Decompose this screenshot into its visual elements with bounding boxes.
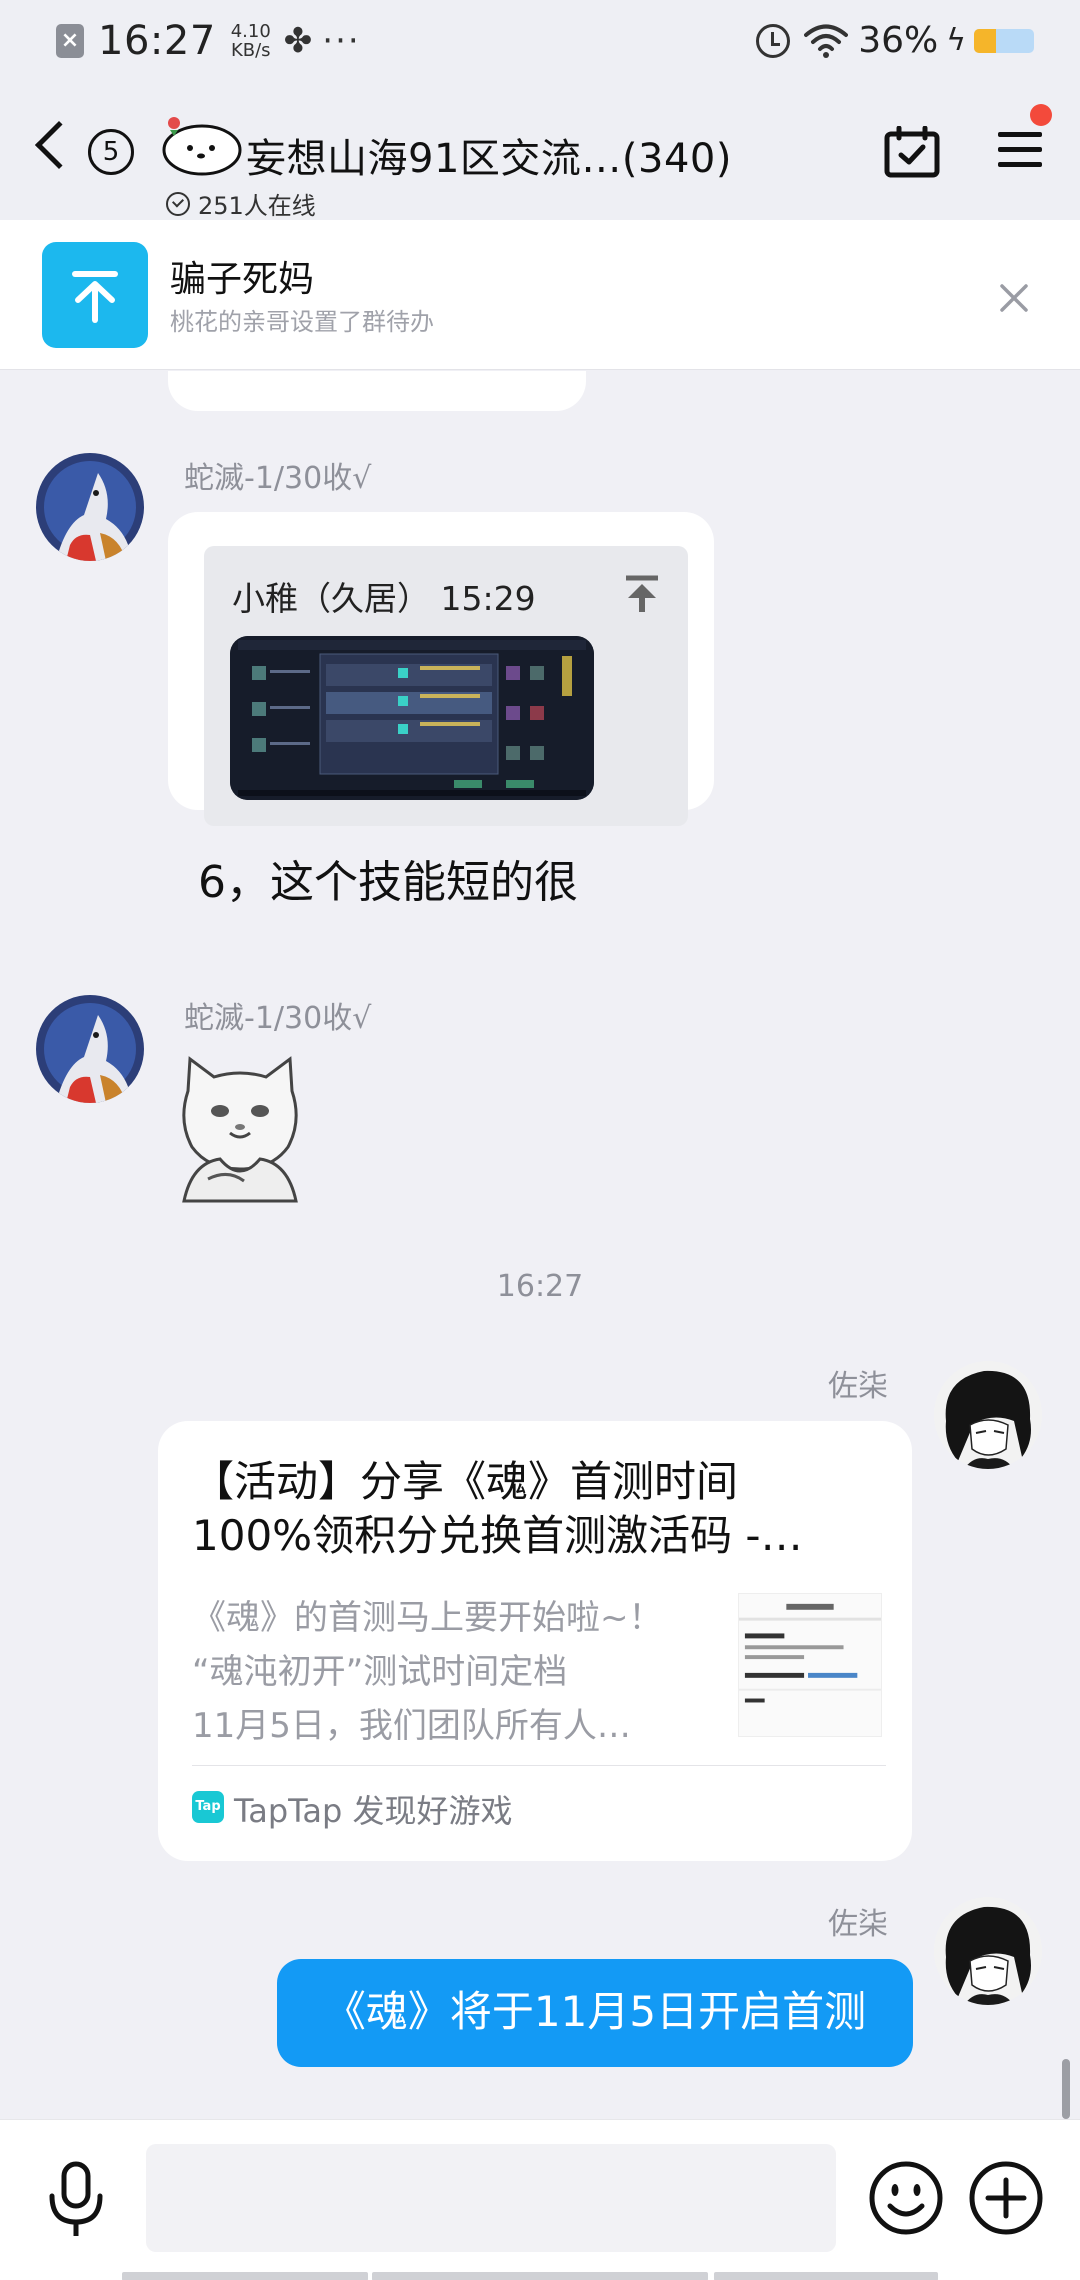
more-dots-icon: ···	[322, 21, 361, 61]
wifi-icon	[804, 24, 849, 58]
chat-messages[interactable]: 蛇滅-1/30收√ 小稚（久居） 15:29 6，这个技能短的很 蛇滅-1/30…	[0, 371, 1080, 2119]
unread-count-badge[interactable]: 5	[88, 129, 134, 175]
sender-name[interactable]: 蛇滅-1/30收√	[184, 993, 371, 1037]
avatar[interactable]	[934, 1361, 1042, 1469]
panel-tab-indicator	[372, 2272, 708, 2280]
online-status[interactable]: 251人在线	[166, 186, 316, 221]
scrollbar[interactable]	[1062, 2059, 1070, 2119]
notice-title: 骗子死妈	[170, 259, 315, 300]
link-title: 【活动】分享《魂》首测时间 100%领积分兑换首测激活码 -…	[192, 1455, 892, 1563]
notice-subtitle: 桃花的亲哥设置了群待办	[170, 308, 434, 336]
input-bar	[0, 2119, 1080, 2280]
link-desc-line: “魂沌初开”测试时间定档	[192, 1652, 568, 1692]
taptap-icon: Tap	[192, 1791, 224, 1823]
plus-icon[interactable]	[968, 2160, 1044, 2236]
menu-notification-dot	[1030, 104, 1052, 126]
back-arrow-icon[interactable]	[34, 120, 84, 170]
quote-author: 小稚（久居） 15:29	[232, 579, 536, 618]
menu-icon[interactable]	[996, 126, 1046, 176]
link-title-line: 100%领积分兑换首测激活码 -…	[192, 1511, 803, 1560]
previous-message-bubble[interactable]	[168, 371, 586, 411]
battery-icon	[974, 28, 1034, 53]
link-card[interactable]: 【活动】分享《魂》首测时间 100%领积分兑换首测激活码 -… 《魂》的首测马上…	[158, 1421, 912, 1861]
jump-to-quote-icon[interactable]	[622, 574, 662, 614]
avatar[interactable]	[934, 1897, 1042, 2005]
avatar[interactable]	[36, 995, 144, 1103]
message-input[interactable]	[146, 2144, 836, 2252]
close-notification-icon: ×	[56, 24, 84, 58]
cat-sticker[interactable]	[168, 1051, 312, 1205]
link-card-divider	[192, 1765, 886, 1766]
microphone-icon[interactable]	[44, 2160, 108, 2240]
alarm-icon	[756, 23, 791, 58]
sender-name[interactable]: 蛇滅-1/30收√	[184, 453, 371, 497]
status-left: × 16:27 4.10 KB/s ✤ ···	[56, 18, 361, 64]
network-speed-unit: KB/s	[230, 40, 271, 61]
status-time: 16:27	[98, 18, 216, 64]
link-title-line: 【活动】分享《魂》首测时间	[192, 1457, 739, 1506]
group-title[interactable]: 妄想山海91区交流…(340)	[246, 126, 732, 184]
panel-tab-indicator	[122, 2272, 368, 2280]
status-bar: × 16:27 4.10 KB/s ✤ ··· 36% ϟ	[0, 0, 1080, 86]
link-thumbnail-image	[738, 1593, 882, 1737]
emoji-icon[interactable]	[868, 2160, 944, 2236]
pin-top-icon	[42, 242, 148, 348]
quoted-message[interactable]: 小稚（久居） 15:29	[204, 546, 688, 826]
pinned-notice[interactable]: 骗子死妈 桃花的亲哥设置了群待办	[0, 220, 1080, 370]
calendar-check-icon[interactable]	[884, 126, 940, 178]
link-source: TapTap 发现好游戏	[234, 1792, 513, 1830]
message-bubble[interactable]: 小稚（久居） 15:29 6，这个技能短的很	[168, 512, 714, 908]
message-text[interactable]: 6，这个技能短的很	[198, 846, 578, 910]
charging-icon: ϟ	[946, 23, 966, 58]
link-desc-line: 《魂》的首测马上要开始啦~！	[192, 1598, 663, 1638]
quoted-screenshot-image[interactable]	[230, 636, 594, 800]
message-bubble-self[interactable]: 《魂》将于11月5日开启首测	[277, 1959, 913, 2067]
panel-tab-indicator	[714, 2272, 938, 2280]
online-count: 251人在线	[198, 192, 316, 220]
battery-percent: 36%	[858, 20, 939, 61]
battery-fill	[974, 28, 996, 53]
group-avatar[interactable]	[160, 114, 244, 176]
network-speed: 4.10 KB/s	[228, 22, 274, 60]
time-divider: 16:27	[496, 1269, 584, 1304]
status-right: 36% ϟ	[756, 20, 1034, 61]
online-indicator-icon	[166, 191, 190, 216]
close-icon[interactable]	[996, 280, 1032, 316]
fan-icon: ✤	[283, 21, 313, 61]
link-desc-line: 11月5日，我们团队所有人…	[192, 1706, 631, 1746]
network-speed-value: 4.10	[230, 21, 271, 42]
sender-name[interactable]: 佐柒	[828, 1361, 888, 1405]
avatar[interactable]	[36, 453, 144, 561]
chat-header: 5 妄想山海91区交流…(340) 251人在线	[0, 86, 1080, 220]
link-description: 《魂》的首测马上要开始啦~！ “魂沌初开”测试时间定档 11月5日，我们团队所有…	[192, 1591, 692, 1753]
sender-name[interactable]: 佐柒	[828, 1899, 888, 1943]
